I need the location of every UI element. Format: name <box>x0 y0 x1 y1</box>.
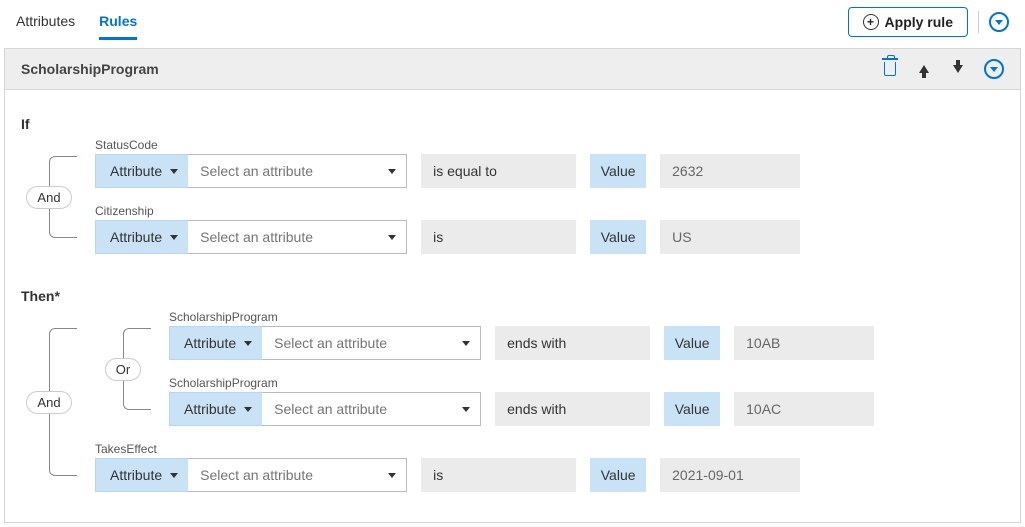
value-type-chip[interactable]: Value <box>664 326 720 360</box>
move-rule-down-button[interactable] <box>950 61 966 77</box>
attribute-input[interactable] <box>188 155 378 187</box>
apply-rule-label: Apply rule <box>885 14 953 30</box>
type-chip-attribute[interactable]: Attribute <box>169 392 262 426</box>
caret-down-icon <box>170 235 178 240</box>
collapse-rule-toggle[interactable] <box>984 59 1004 79</box>
caret-down-icon <box>244 407 252 412</box>
attribute-input[interactable] <box>262 327 452 359</box>
move-rule-up-button[interactable] <box>916 61 932 77</box>
plus-circle-icon: + <box>863 14 879 30</box>
arrow-down-icon <box>953 65 963 73</box>
type-chip-label: Attribute <box>110 163 162 179</box>
caret-down-icon <box>462 341 470 346</box>
attribute-dropdown[interactable]: Attribute <box>169 392 481 426</box>
caret-down-icon <box>244 341 252 346</box>
logic-and-pill[interactable]: And <box>26 186 71 209</box>
value-type-chip[interactable]: Value <box>590 220 646 254</box>
divider <box>978 11 979 33</box>
tab-rules[interactable]: Rules <box>99 3 137 40</box>
chevron-down-icon <box>995 20 1003 25</box>
attribute-input[interactable] <box>262 393 452 425</box>
attribute-dropdown[interactable]: Attribute <box>169 326 481 360</box>
condition-attr-label: ScholarshipProgram <box>169 376 278 390</box>
value-type-chip[interactable]: Value <box>664 392 720 426</box>
value-input[interactable]: 10AB <box>734 326 874 360</box>
type-chip-attribute[interactable]: Attribute <box>169 326 262 360</box>
value-input[interactable]: US <box>660 220 800 254</box>
attribute-dropdown[interactable]: Attribute <box>95 458 407 492</box>
trash-icon <box>884 62 896 76</box>
attribute-dropdown[interactable]: Attribute <box>95 220 407 254</box>
type-chip-label: Attribute <box>110 229 162 245</box>
logic-and-pill[interactable]: And <box>26 391 71 414</box>
type-chip-label: Attribute <box>184 401 236 417</box>
type-chip-attribute[interactable]: Attribute <box>95 154 188 188</box>
condition-attr-label: ScholarshipProgram <box>169 310 278 324</box>
then-label: Then* <box>21 288 1004 304</box>
tab-attributes[interactable]: Attributes <box>16 3 75 40</box>
caret-down-icon <box>388 235 396 240</box>
value-input[interactable]: 2021-09-01 <box>660 458 800 492</box>
condition-attr-label: Citizenship <box>95 204 154 218</box>
attribute-caret[interactable] <box>378 473 406 478</box>
type-chip-label: Attribute <box>184 335 236 351</box>
attribute-caret[interactable] <box>378 169 406 174</box>
type-chip-attribute[interactable]: Attribute <box>95 220 188 254</box>
value-input[interactable]: 2632 <box>660 154 800 188</box>
operator-select[interactable]: is <box>421 220 576 254</box>
condition-attr-label: StatusCode <box>95 138 158 152</box>
rule-title: ScholarshipProgram <box>21 61 882 77</box>
if-label: If <box>21 116 1004 132</box>
attribute-input[interactable] <box>188 221 378 253</box>
attribute-input[interactable] <box>188 459 378 491</box>
expand-all-toggle[interactable] <box>989 12 1009 32</box>
chevron-down-icon <box>990 67 998 72</box>
attribute-caret[interactable] <box>452 407 480 412</box>
type-chip-attribute[interactable]: Attribute <box>95 458 188 492</box>
value-type-chip[interactable]: Value <box>590 154 646 188</box>
attribute-dropdown[interactable]: Attribute <box>95 154 407 188</box>
caret-down-icon <box>388 169 396 174</box>
caret-down-icon <box>170 169 178 174</box>
value-type-chip[interactable]: Value <box>590 458 646 492</box>
delete-rule-button[interactable] <box>882 61 898 77</box>
arrow-up-icon <box>919 65 929 73</box>
logic-or-pill[interactable]: Or <box>105 358 141 381</box>
value-input[interactable]: 10AC <box>734 392 874 426</box>
attribute-caret[interactable] <box>378 235 406 240</box>
operator-select[interactable]: is equal to <box>421 154 576 188</box>
apply-rule-button[interactable]: + Apply rule <box>848 7 968 37</box>
operator-select[interactable]: ends with <box>495 326 650 360</box>
condition-attr-label: TakesEffect <box>95 442 157 456</box>
operator-select[interactable]: ends with <box>495 392 650 426</box>
attribute-caret[interactable] <box>452 341 480 346</box>
caret-down-icon <box>388 473 396 478</box>
type-chip-label: Attribute <box>110 467 162 483</box>
caret-down-icon <box>170 473 178 478</box>
caret-down-icon <box>462 407 470 412</box>
operator-select[interactable]: is <box>421 458 576 492</box>
